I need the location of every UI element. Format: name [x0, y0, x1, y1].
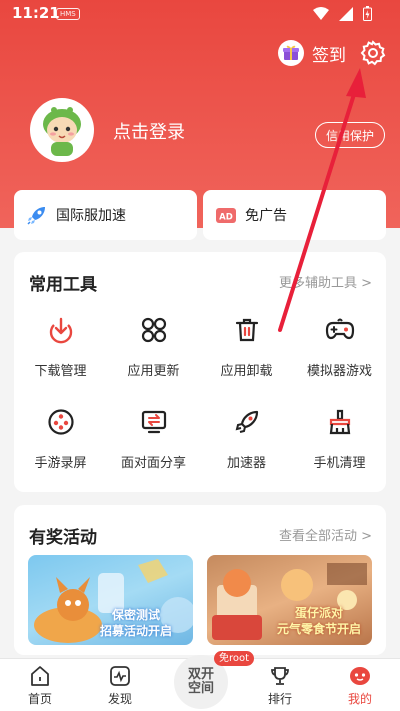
rocket-icon	[235, 410, 258, 433]
tools-title: 常用工具	[29, 275, 97, 295]
intl-accelerate-label: 国际服加速	[56, 208, 126, 224]
app-update-icon	[141, 317, 166, 343]
trash-icon	[235, 318, 258, 342]
nav-label: 我的	[347, 692, 372, 706]
nav-discover[interactable]: 发现	[90, 665, 150, 707]
signin-button[interactable]: 签到	[278, 40, 346, 66]
ad-icon: AD	[216, 208, 236, 223]
dual-space-label: 双开空间	[187, 667, 214, 696]
login-link[interactable]: 点击登录	[113, 118, 185, 144]
discover-icon	[110, 666, 130, 686]
tools-card: 常用工具 更多辅助工具 > 下载管理 应用更新 应用卸载 模拟器游戏 手游录屏 …	[14, 252, 386, 492]
tool-download-manager[interactable]: 下载管理	[14, 314, 107, 379]
remove-ads-label: 免广告	[245, 208, 287, 224]
tool-face-to-face-share[interactable]: 面对面分享	[107, 406, 200, 471]
nav-home[interactable]: 首页	[10, 665, 70, 707]
credit-protection-label: 信用保护	[325, 128, 374, 143]
no-root-badge: 免root	[214, 651, 255, 666]
avatar-mascot-icon	[43, 107, 81, 156]
signin-label: 签到	[312, 45, 346, 66]
tool-screen-record[interactable]: 手游录屏	[14, 406, 107, 471]
trophy-icon	[271, 667, 289, 685]
tool-label: 手机清理	[313, 456, 366, 471]
record-icon	[47, 409, 74, 435]
event-banner-party[interactable]: 蛋仔派对 元气零食节开启	[207, 555, 372, 645]
banner-text: 蛋仔派对 元气零食节开启	[277, 606, 362, 636]
nav-label: 首页	[27, 692, 52, 706]
tool-label: 面对面分享	[120, 456, 186, 471]
avatar[interactable]	[30, 98, 94, 162]
gift-icon	[278, 40, 304, 66]
tool-app-uninstall[interactable]: 应用卸载	[200, 314, 293, 379]
tool-emulator-games[interactable]: 模拟器游戏	[293, 314, 386, 379]
bottom-nav: 首页 发现 双开空间 免root 排行 我的	[0, 651, 400, 711]
status-badge: HMS	[56, 8, 80, 20]
events-card: 有奖活动 查看全部活动 > 保密测试 招募活动开启 蛋仔派对 元气零食节开启	[14, 505, 386, 655]
home-icon	[31, 666, 49, 686]
events-title: 有奖活动	[29, 528, 97, 548]
remove-ads-card[interactable]: AD 免广告	[203, 190, 386, 240]
tool-label: 下载管理	[34, 364, 87, 379]
more-tools-link[interactable]: 更多辅助工具 >	[279, 272, 372, 291]
wifi-icon	[313, 6, 329, 20]
status-time: 11:21	[12, 4, 60, 22]
all-events-link[interactable]: 查看全部活动 >	[279, 525, 372, 544]
tool-label: 应用卸载	[220, 364, 273, 379]
tool-phone-cleanup[interactable]: 手机清理	[293, 406, 386, 471]
rocket-icon	[27, 207, 45, 225]
banner-text: 保密测试 招募活动开启	[100, 608, 173, 638]
nav-label: 发现	[107, 692, 132, 706]
battery-icon	[363, 6, 372, 21]
nav-label: 排行	[267, 692, 292, 706]
share-icon	[141, 410, 166, 434]
tool-app-update[interactable]: 应用更新	[107, 314, 200, 379]
status-icons	[313, 6, 372, 21]
signal-icon	[339, 6, 353, 21]
download-icon	[49, 317, 72, 344]
status-bar: 11:21 HMS	[0, 0, 400, 28]
nav-profile[interactable]: 我的	[330, 665, 390, 707]
intl-accelerate-card[interactable]: 国际服加速	[14, 190, 197, 240]
profile-icon	[350, 667, 370, 685]
settings-gear-icon[interactable]	[360, 40, 386, 66]
gamepad-icon	[325, 318, 354, 340]
tool-label: 应用更新	[127, 364, 180, 379]
tool-label: 手游录屏	[34, 456, 87, 471]
svg-text:AD: AD	[219, 213, 233, 223]
credit-protection-button[interactable]: 信用保护	[315, 122, 385, 148]
broom-icon	[329, 409, 350, 435]
tool-label: 加速器	[226, 456, 266, 471]
event-banner-recruit[interactable]: 保密测试 招募活动开启	[28, 555, 193, 645]
tool-accelerator[interactable]: 加速器	[200, 406, 293, 471]
nav-ranking[interactable]: 排行	[250, 665, 310, 707]
tool-label: 模拟器游戏	[306, 364, 372, 379]
